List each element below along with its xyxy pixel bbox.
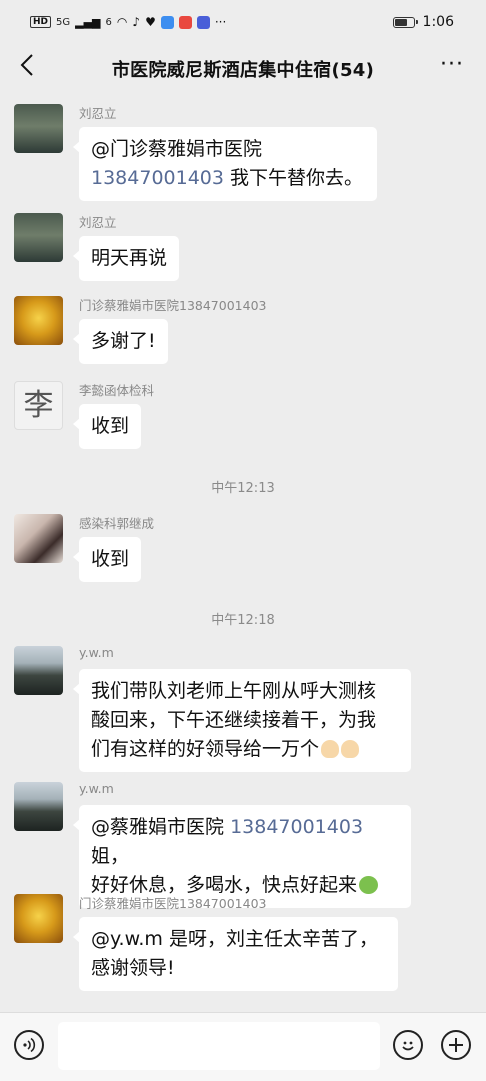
phone-link[interactable]: 13847001403 [91, 167, 224, 189]
avatar[interactable] [14, 894, 63, 943]
timestamp: 中午12:13 [211, 481, 275, 496]
message-text: 收到 [91, 415, 130, 437]
clock: 1:06 [422, 14, 454, 30]
signal-icon: 5G [56, 16, 71, 28]
message-line: 感谢领导! [91, 957, 175, 979]
sender-name: y.w.m [79, 645, 114, 660]
voice-icon [23, 1037, 36, 1053]
avatar[interactable] [14, 646, 63, 695]
cabbage-emoji-icon [359, 876, 379, 894]
emoji-icon [402, 1041, 414, 1051]
more-button[interactable]: ··· [440, 52, 464, 77]
battery-icon [392, 16, 418, 28]
heart-icon: ♥ [145, 15, 156, 29]
sender-name: 门诊蔡雅娟市医院13847001403 [79, 896, 267, 911]
mention-text: @蔡雅娟市医院 [91, 816, 225, 838]
plus-icon [449, 1038, 463, 1052]
avatar[interactable] [14, 782, 63, 831]
thumbs-up-icon [321, 740, 340, 758]
message-bubble[interactable]: 我们带队刘老师上午刚从呼大测核 酸回来，下午还继续接着干，为我 们有这样的好领导… [73, 669, 411, 772]
sender-name: 门诊蔡雅娟市医院13847001403 [79, 298, 267, 313]
app-cloud-icon [160, 15, 174, 29]
sender-name: y.w.m [79, 781, 114, 796]
message-bubble[interactable]: @y.w.m 是呀，刘主任太辛苦了， 感谢领导! [73, 917, 398, 991]
message-bubble[interactable]: @门诊蔡雅娟市医院 13847001403 我下午替你去。 [73, 127, 377, 201]
message-bubble[interactable]: 收到 [72, 537, 142, 582]
avatar[interactable] [14, 296, 63, 345]
voice-button[interactable] [14, 1030, 44, 1060]
status-icons-right: 1:06 [392, 14, 454, 30]
thumbs-up-icon [341, 740, 360, 758]
message-text: 明天再说 [91, 247, 168, 269]
message-bubble[interactable]: 多谢了! [73, 319, 168, 364]
phone-link[interactable]: 13847001403 [230, 816, 363, 838]
emoji-button[interactable] [393, 1030, 423, 1060]
sender-name: 刘忍立 [79, 106, 117, 121]
avatar[interactable]: 李 [14, 381, 63, 430]
mute-icon: ♪ [132, 15, 141, 29]
timestamp: 中午12:18 [211, 613, 275, 628]
app-blue-icon [196, 15, 210, 29]
message-text: 我下午替你去。 [230, 167, 364, 189]
message-bubble[interactable]: 收到 [72, 404, 142, 449]
avatar[interactable] [14, 514, 63, 563]
wifi-icon: ◠ [116, 15, 128, 29]
message-text: 姐， [91, 845, 130, 867]
message-line: 酸回来，下午还继续接着干，为我 [91, 709, 377, 731]
plus-button[interactable] [441, 1030, 471, 1060]
more-notifications-icon: ··· [214, 15, 227, 29]
status-bar: HD 5G ▂▄▆ 6 ◠ ♪ ♥ ··· 1:06 [0, 0, 486, 46]
chat-header: 市医院威尼斯酒店集中住宿(54) ··· [0, 46, 486, 92]
back-button[interactable] [14, 54, 40, 82]
message-input[interactable] [58, 1022, 380, 1070]
message-text: 多谢了! [91, 330, 156, 352]
sender-name: 感染科郭继成 [79, 516, 155, 531]
message-bubble[interactable]: 明天再说 [72, 236, 180, 281]
message-line: 我们带队刘老师上午刚从呼大测核 [91, 680, 377, 702]
message-line: @y.w.m 是呀，刘主任太辛苦了， [91, 928, 378, 950]
mention-text: @门诊蔡雅娟市医院 [91, 138, 263, 160]
signal2-icon: 6 [105, 16, 112, 28]
app-red-icon [178, 15, 192, 29]
message-text: 收到 [91, 548, 130, 570]
sender-name: 李懿函体检科 [79, 383, 155, 398]
chat-title: 市医院威尼斯酒店集中住宿(54) [111, 60, 375, 81]
hd-badge: HD [30, 16, 52, 28]
message-line: 们有这样的好领导给一万个 [91, 738, 320, 760]
input-bar [0, 1012, 486, 1081]
chevron-left-icon [20, 54, 33, 76]
avatar[interactable] [14, 213, 63, 262]
status-icons-left: HD 5G ▂▄▆ 6 ◠ ♪ ♥ ··· [30, 15, 226, 29]
sender-name: 刘忍立 [79, 215, 117, 230]
avatar[interactable] [14, 104, 63, 153]
signal-bars-icon: ▂▄▆ [75, 15, 101, 29]
